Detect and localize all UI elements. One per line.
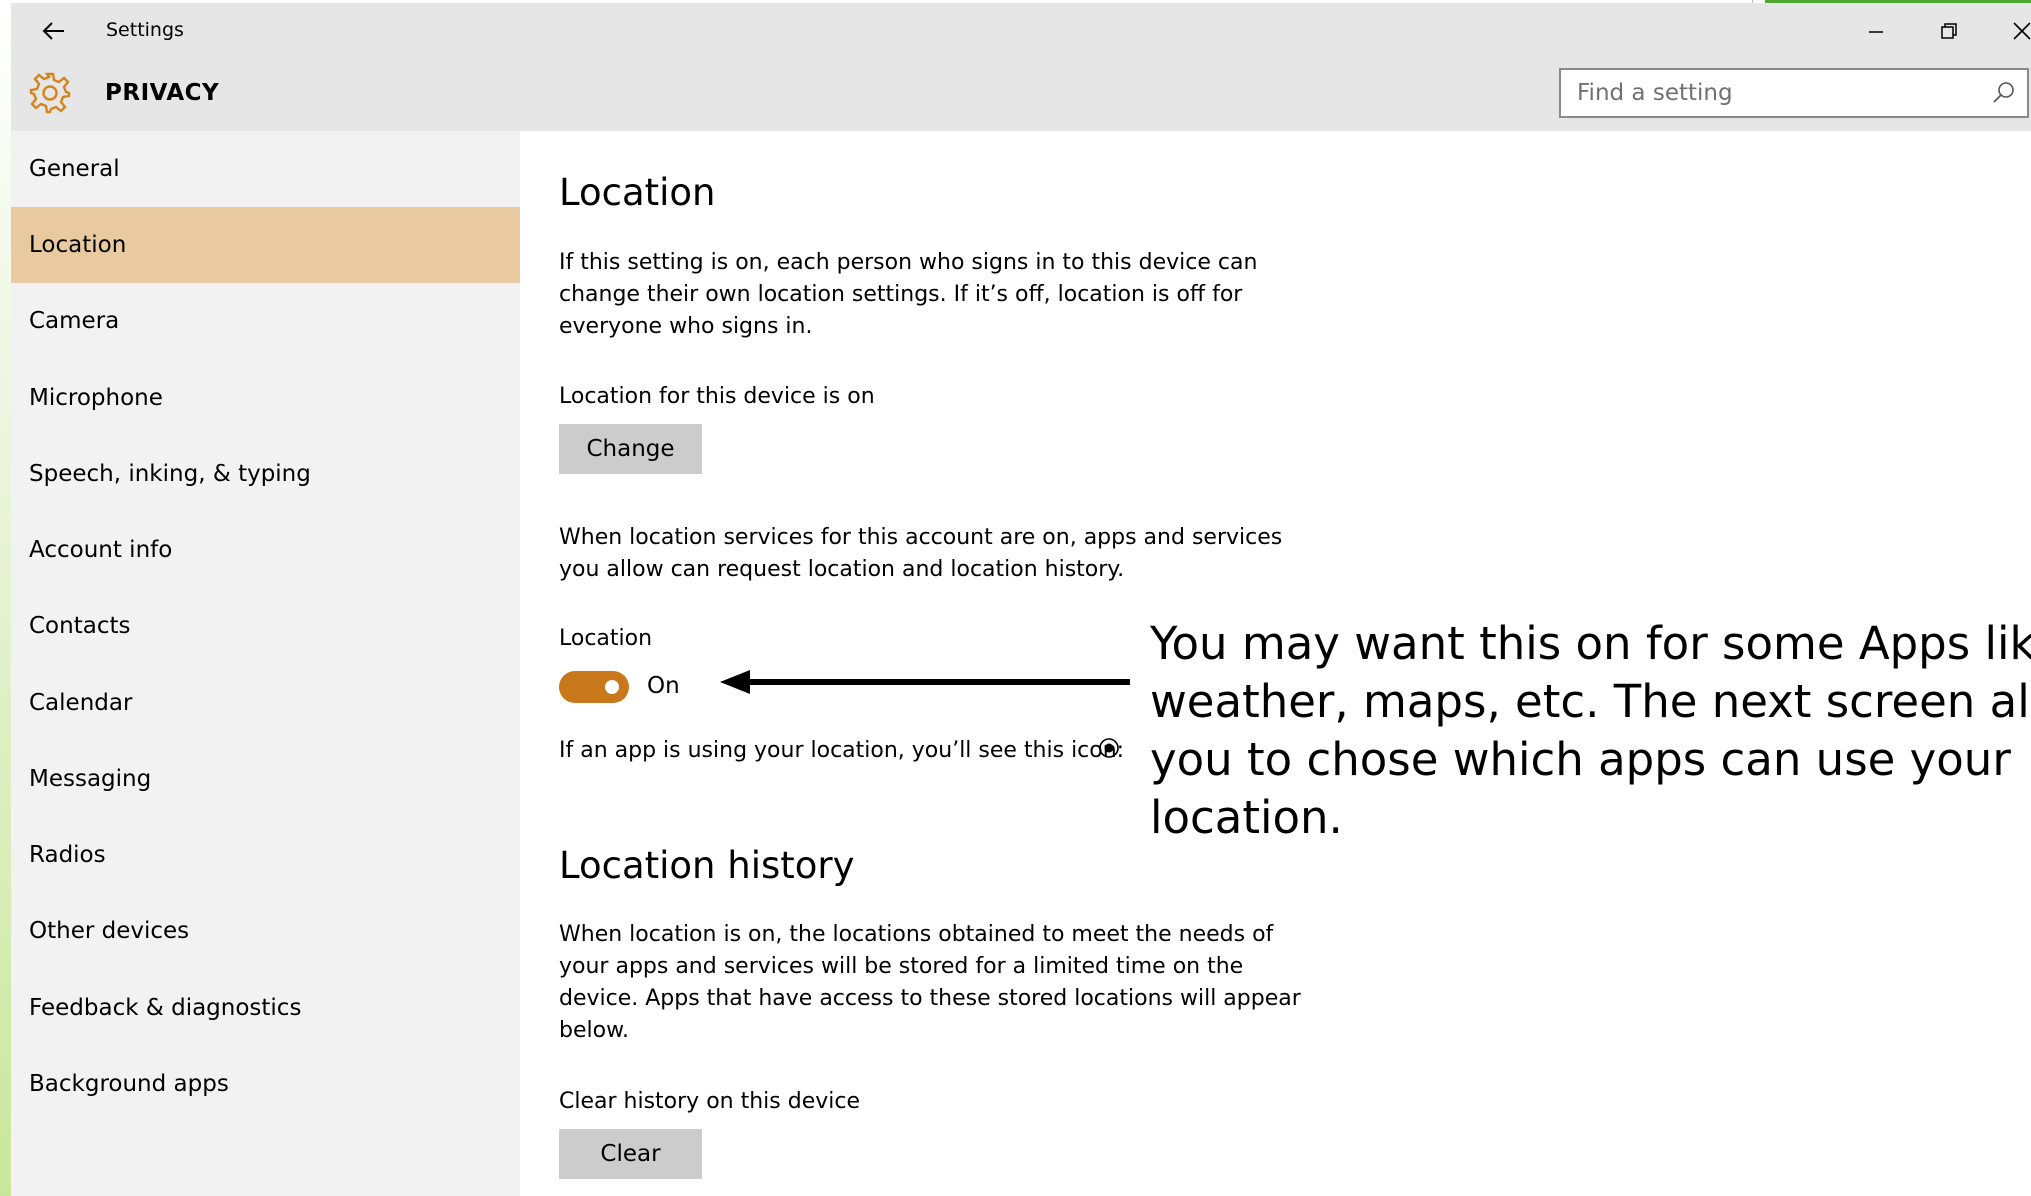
- location-history-heading: Location history: [559, 844, 855, 887]
- annotation-arrow: [720, 670, 1130, 694]
- back-button[interactable]: [33, 11, 73, 51]
- location-in-use-icon: [1099, 738, 1119, 758]
- location-heading: Location: [559, 171, 716, 214]
- location-toggle-label: Location: [559, 626, 653, 651]
- restore-icon: [1941, 23, 1957, 39]
- location-intro: If this setting is on, each person who s…: [559, 247, 1257, 343]
- location-icon-note: If an app is using your location, you’ll…: [559, 738, 1125, 763]
- location-history-line: device. Apps that have access to these s…: [559, 986, 1301, 1011]
- page-header: PRIVACY: [11, 58, 2031, 131]
- window-title: Settings: [106, 19, 184, 41]
- location-history-line: below.: [559, 1018, 630, 1043]
- search-box[interactable]: [1559, 68, 2029, 118]
- location-toggle-state: On: [647, 673, 680, 699]
- location-services-description: When location services for this account …: [559, 522, 1282, 586]
- location-history-line: your apps and services will be stored fo…: [559, 954, 1244, 979]
- device-location-status: Location for this device is on: [559, 384, 875, 409]
- location-intro-line: change their own location settings. If i…: [559, 282, 1243, 307]
- location-services-line: When location services for this account …: [559, 525, 1283, 550]
- sidebar-item-other-devices[interactable]: Other devices: [11, 893, 520, 969]
- sidebar-item-speech-inking-typing[interactable]: Speech, inking, & typing: [11, 436, 520, 512]
- sidebar-item-background-apps[interactable]: Background apps: [11, 1046, 520, 1122]
- sidebar-item-general[interactable]: General: [11, 131, 520, 207]
- annotation-line: you to chose which apps can use your: [1150, 733, 2011, 786]
- back-arrow-icon: [42, 22, 64, 40]
- annotation-callout: You may want this on for some Apps like …: [1150, 615, 2031, 847]
- location-services-line: you allow can request location and locat…: [559, 557, 1125, 582]
- close-icon: [2013, 22, 2031, 40]
- sidebar-item-calendar[interactable]: Calendar: [11, 665, 520, 741]
- annotation-line: You may want this on for some Apps like: [1150, 617, 2031, 670]
- change-button[interactable]: Change: [559, 424, 702, 474]
- sidebar-item-contacts[interactable]: Contacts: [11, 588, 520, 664]
- location-history-line: When location is on, the locations obtai…: [559, 922, 1274, 947]
- close-button[interactable]: [2000, 9, 2031, 53]
- title-bar: Settings: [11, 3, 2031, 58]
- sidebar: General Location Camera Microphone Speec…: [11, 131, 520, 1196]
- page-title: PRIVACY: [105, 80, 220, 106]
- sidebar-item-camera[interactable]: Camera: [11, 283, 520, 359]
- toggle-knob: [605, 680, 619, 694]
- annotation-line: weather, maps, etc. The next screen allo: [1150, 675, 2031, 728]
- annotation-line: location.: [1150, 791, 1343, 844]
- location-intro-line: everyone who signs in.: [559, 314, 813, 339]
- sidebar-item-account-info[interactable]: Account info: [11, 512, 520, 588]
- gear-icon: [29, 72, 71, 114]
- sidebar-item-radios[interactable]: Radios: [11, 817, 520, 893]
- location-toggle[interactable]: [559, 671, 629, 703]
- search-icon[interactable]: [1991, 80, 2017, 106]
- location-history-description: When location is on, the locations obtai…: [559, 919, 1301, 1047]
- restore-button[interactable]: [1927, 9, 1971, 53]
- clear-history-label: Clear history on this device: [559, 1089, 860, 1114]
- left-edge-decoration: [0, 0, 11, 1196]
- sidebar-item-messaging[interactable]: Messaging: [11, 741, 520, 817]
- location-intro-line: If this setting is on, each person who s…: [559, 250, 1258, 275]
- sidebar-item-feedback-diagnostics[interactable]: Feedback & diagnostics: [11, 970, 520, 1046]
- minimize-icon: [1869, 31, 1883, 33]
- sidebar-item-microphone[interactable]: Microphone: [11, 360, 520, 436]
- sidebar-item-location[interactable]: Location: [11, 207, 520, 283]
- minimize-button[interactable]: [1854, 9, 1898, 53]
- search-input[interactable]: [1577, 70, 1967, 116]
- clear-button[interactable]: Clear: [559, 1129, 702, 1179]
